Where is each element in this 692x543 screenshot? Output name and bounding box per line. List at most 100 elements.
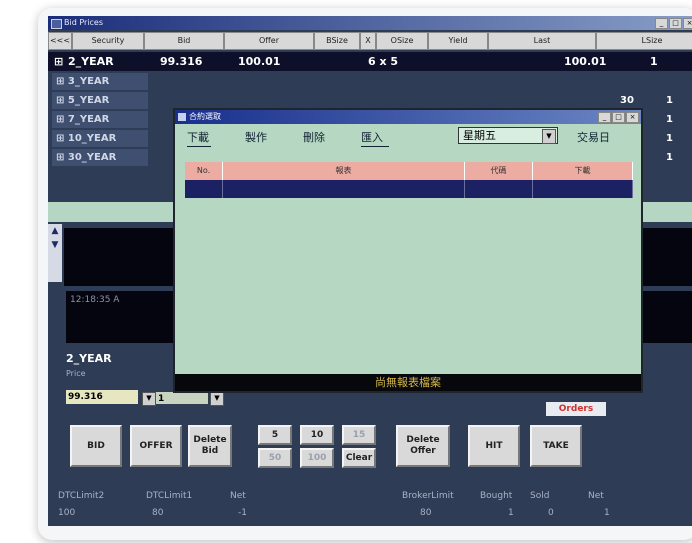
table-header: <<< Security Bid Offer BSize X OSize Yie…	[48, 32, 692, 50]
bought-value: 1	[508, 508, 514, 518]
column-header-bid[interactable]: Bid	[144, 32, 224, 50]
expand-icon[interactable]: ⊞	[54, 55, 63, 68]
quantity-input[interactable]: 1	[156, 392, 208, 404]
delete-offer-button[interactable]: Delete Offer	[396, 425, 450, 467]
take-button[interactable]: TAKE	[530, 425, 582, 467]
column-header-code[interactable]: 代碼	[465, 162, 533, 180]
scroll-down-icon[interactable]: ▼	[48, 238, 62, 252]
price-dropdown-icon[interactable]: ▼	[142, 392, 156, 406]
net-total-label: Net	[588, 491, 604, 501]
table-cell	[465, 180, 533, 198]
dialog-close-button[interactable]: ×	[626, 112, 639, 123]
row-security: 5_YEAR	[67, 95, 110, 106]
broker-limit-value: 80	[420, 508, 432, 518]
row-security: 30_YEAR	[67, 152, 117, 163]
quantity-100-button[interactable]: 100	[300, 448, 334, 468]
menu-create[interactable]: 製作	[245, 129, 267, 145]
dialog-title: 合約選取	[189, 112, 221, 121]
table-cell	[533, 180, 633, 198]
quantity-dropdown-icon[interactable]: ▼	[210, 392, 224, 406]
dialog-maximize-button[interactable]: □	[612, 112, 625, 123]
trade-day-label: 交易日	[577, 131, 610, 144]
weekday-select-value: 星期五	[463, 129, 496, 142]
price-label: Price	[66, 369, 86, 378]
net-label: Net	[230, 491, 246, 501]
table-row[interactable]: ⊞ 7_YEAR	[52, 111, 148, 128]
window-titlebar[interactable]: Bid Prices _ □ ×	[48, 16, 692, 30]
expand-icon[interactable]: ⊞	[56, 76, 64, 87]
menu-download[interactable]: 下載	[187, 129, 209, 145]
quantity-5-button[interactable]: 5	[258, 425, 292, 445]
column-header-offer[interactable]: Offer	[224, 32, 314, 50]
column-header-yield[interactable]: Yield	[428, 32, 488, 50]
column-header-osize[interactable]: OSize	[376, 32, 428, 50]
menu-download-underline	[187, 146, 211, 147]
chevron-down-icon[interactable]: ▼	[542, 129, 556, 144]
expand-icon[interactable]: ⊞	[56, 152, 64, 163]
row-security: 2_YEAR	[68, 55, 114, 68]
close-button[interactable]: ×	[683, 18, 692, 29]
orders-button[interactable]: Orders	[546, 402, 606, 416]
price-input[interactable]: 99.316	[66, 390, 138, 404]
row-lsize: 1	[666, 133, 673, 144]
column-header-last[interactable]: Last	[488, 32, 596, 50]
table-row[interactable]: ⊞ 10_YEAR	[52, 130, 148, 147]
column-header-x[interactable]: X	[360, 32, 376, 50]
table-cell	[185, 180, 223, 198]
expand-icon[interactable]: ⊞	[56, 133, 64, 144]
dtc-limit2-label: DTCLimit2	[58, 491, 105, 501]
dialog-table-row[interactable]	[185, 180, 633, 198]
table-row[interactable]: ⊞ 5_YEAR	[52, 92, 148, 109]
window-title: Bid Prices	[64, 18, 104, 27]
row-security: 3_YEAR	[67, 76, 110, 87]
scroll-up-icon[interactable]: ▲	[48, 224, 62, 238]
column-header-bsize[interactable]: BSize	[314, 32, 360, 50]
delete-bid-button[interactable]: Delete Bid	[188, 425, 232, 467]
table-row[interactable]: ⊞ 3_YEAR	[52, 73, 148, 90]
table-cell	[223, 180, 465, 198]
net-value: -1	[238, 508, 247, 518]
column-header-download[interactable]: 下載	[533, 162, 633, 180]
maximize-button[interactable]: □	[669, 18, 682, 29]
column-header-no[interactable]: No.	[185, 162, 223, 180]
broker-limit-label: BrokerLimit	[402, 491, 454, 501]
order-security: 2_YEAR	[66, 352, 112, 365]
dialog-status-bar: 尚無報表檔案	[175, 374, 641, 391]
minimize-button[interactable]: _	[655, 18, 668, 29]
quantity-15-button[interactable]: 15	[342, 425, 376, 445]
column-header-security[interactable]: Security	[72, 32, 144, 50]
row-lsize: 1	[666, 114, 673, 125]
expand-icon[interactable]: ⊞	[56, 95, 64, 106]
dialog-app-icon	[178, 113, 186, 121]
bought-label: Bought	[480, 491, 513, 501]
dialog-titlebar[interactable]: 合約選取 _ □ ×	[175, 110, 641, 124]
dtc-limit2-value: 100	[58, 508, 76, 518]
sold-value: 0	[548, 508, 554, 518]
dtc-limit1-label: DTCLimit1	[146, 491, 193, 501]
table-row[interactable]: ⊞ 30_YEAR	[52, 149, 148, 166]
column-header-collapse[interactable]: <<<	[48, 32, 72, 50]
offer-button[interactable]: OFFER	[130, 425, 182, 467]
contract-select-dialog: 合約選取 _ □ × 下載 製作 刪除 匯入 星期五 ▼ 交易日 No. 報表 …	[173, 108, 643, 393]
clear-button[interactable]: Clear	[342, 448, 376, 468]
column-header-lsize[interactable]: LSize	[596, 32, 692, 50]
table-row[interactable]: ⊞ 2_YEAR 99.316 100.01 6 x 5 100.01 1	[48, 52, 692, 71]
menu-delete[interactable]: 刪除	[303, 129, 325, 145]
row-lsize: 1	[666, 152, 673, 163]
row-size: 6 x 5	[368, 55, 399, 68]
weekday-select[interactable]: 星期五 ▼	[458, 127, 558, 144]
expand-icon[interactable]: ⊞	[56, 114, 64, 125]
bid-button[interactable]: BID	[70, 425, 122, 467]
quantity-50-button[interactable]: 50	[258, 448, 292, 468]
row-last: 100.01	[564, 55, 607, 68]
dialog-minimize-button[interactable]: _	[598, 112, 611, 123]
row-offer: 100.01	[238, 55, 281, 68]
hit-button[interactable]: HIT	[468, 425, 520, 467]
dialog-table-header: No. 報表 代碼 下載	[185, 162, 633, 180]
row-security: 10_YEAR	[67, 133, 117, 144]
screenshot-frame: Bid Prices _ □ × <<< Security Bid Offer …	[38, 8, 692, 540]
quantity-10-button[interactable]: 10	[300, 425, 334, 445]
column-header-report[interactable]: 報表	[223, 162, 465, 180]
menu-import[interactable]: 匯入	[361, 129, 383, 145]
vertical-scroller[interactable]: ▲ ▼	[48, 224, 62, 282]
